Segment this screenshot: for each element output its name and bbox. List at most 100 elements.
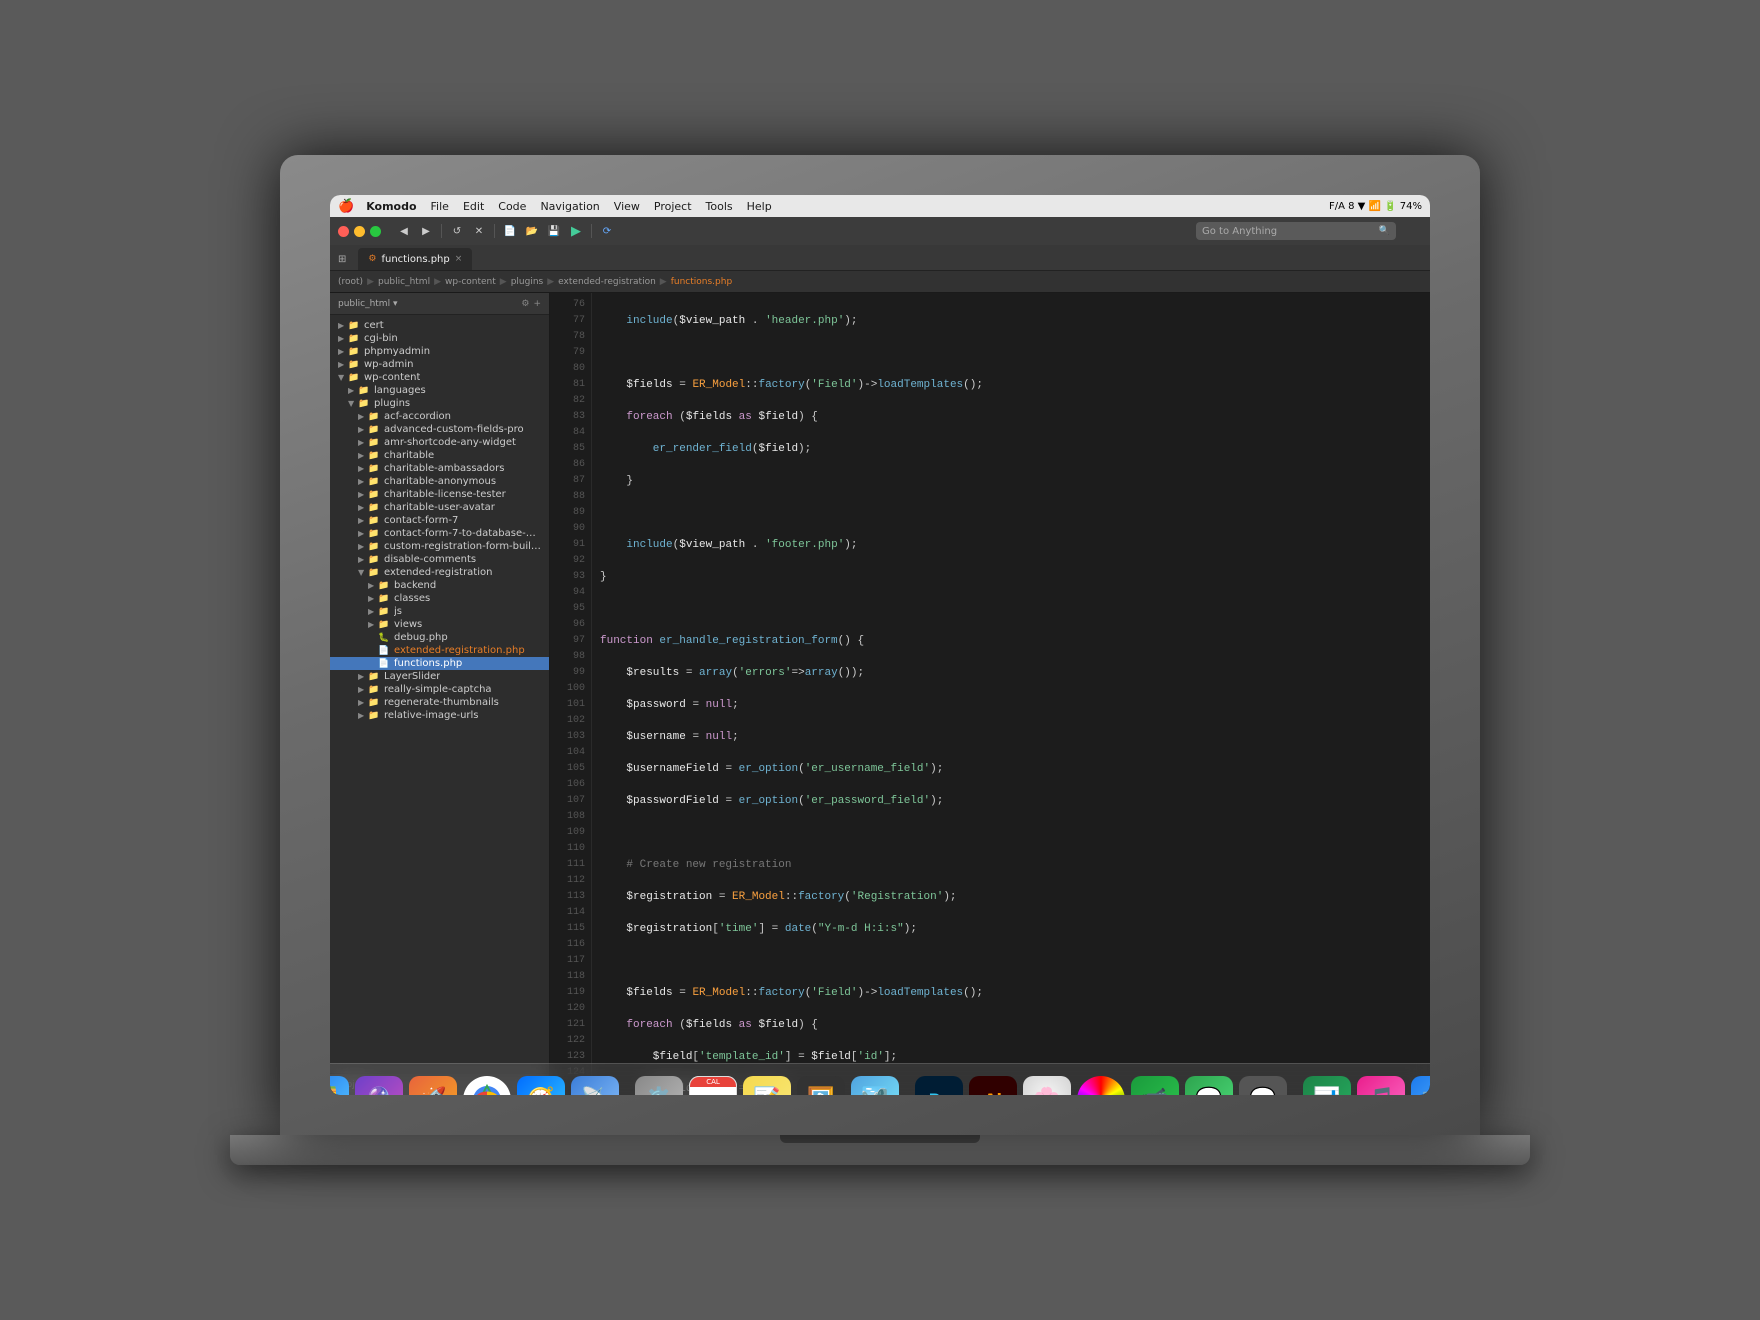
breadcrumb-public-html[interactable]: public_html — [378, 277, 430, 287]
toolbar-sep-2 — [494, 224, 495, 238]
tree-item-wp-admin[interactable]: ▶📁wp-admin — [330, 358, 549, 371]
tab-close-button[interactable]: × — [455, 254, 463, 264]
dock-calendar[interactable]: CAL 14 — [689, 1076, 737, 1096]
breadcrumb-plugins[interactable]: plugins — [511, 277, 544, 287]
dock-chrome[interactable] — [463, 1076, 511, 1096]
dock-siri[interactable]: 🔮 — [355, 1076, 403, 1096]
dock-chats[interactable]: 🗨️ — [1239, 1076, 1287, 1096]
save-button[interactable]: 💾 — [545, 222, 563, 240]
tree-item-custom-reg[interactable]: ▶📁custom-registration-form-builder-with-… — [330, 540, 549, 553]
tree-item-cf7[interactable]: ▶📁contact-form-7 — [330, 514, 549, 527]
dock-color-picker[interactable] — [1077, 1076, 1125, 1096]
menu-project[interactable]: Project — [654, 200, 692, 213]
tree-item-cf7-db[interactable]: ▶📁contact-form-7-to-database-extension — [330, 527, 549, 540]
tab-icon-php: ⚙ — [368, 254, 376, 264]
tree-item-extended-registration-php[interactable]: ▶📄extended-registration.php — [330, 644, 549, 657]
menu-tools[interactable]: Tools — [706, 200, 733, 213]
menu-edit[interactable]: Edit — [463, 200, 484, 213]
tree-item-backend[interactable]: ▶📁backend — [330, 579, 549, 592]
tree-item-js[interactable]: ▶📁js — [330, 605, 549, 618]
line-numbers: 7677787980 8182838485 8687888990 9192939… — [550, 293, 592, 1095]
tree-item-phpmyadmin[interactable]: ▶📁phpmyadmin — [330, 345, 549, 358]
run-button[interactable]: ▶ — [567, 222, 585, 240]
dock-messages[interactable]: 💬 — [1185, 1076, 1233, 1096]
tree-item-extended-registration[interactable]: ▼📁extended-registration — [330, 566, 549, 579]
dock-appstore[interactable]: 🛒 — [1411, 1076, 1430, 1096]
sidebar-settings-icon[interactable]: ⚙ — [521, 299, 529, 309]
breadcrumb-extended-registration[interactable]: extended-registration — [558, 277, 656, 287]
dock-system-prefs[interactable]: ⚙️ — [635, 1076, 683, 1096]
laptop-base — [230, 1135, 1530, 1165]
sidebar-header[interactable]: public_html ▾ ⚙ + — [330, 293, 549, 315]
ide-main: public_html ▾ ⚙ + ▶📁cert — [330, 293, 1430, 1095]
tree-item-simple-captcha[interactable]: ▶📁really-simple-captcha — [330, 683, 549, 696]
menu-help[interactable]: Help — [747, 200, 772, 213]
breadcrumb-functions-php[interactable]: functions.php — [671, 277, 732, 287]
code-text[interactable]: include($view_path . 'header.php'); $fie… — [592, 293, 1430, 1095]
dock-numbers[interactable]: 📊 — [1303, 1076, 1351, 1096]
tree-item-cgi-bin[interactable]: ▶📁cgi-bin — [330, 332, 549, 345]
file-tree[interactable]: ▶📁cert ▶📁cgi-bin ▶📁phpmyadmin ▶📁wp-admin — [330, 315, 549, 1073]
dock-notes[interactable]: 📝 — [743, 1076, 791, 1096]
breadcrumb-root[interactable]: (root) — [338, 277, 363, 287]
sidebar-header-label: public_html ▾ — [338, 299, 397, 309]
dock-photos2[interactable]: 🏞️ — [851, 1076, 899, 1096]
tree-item-charitable-ambassadors[interactable]: ▶📁charitable-ambassadors — [330, 462, 549, 475]
menu-file[interactable]: File — [431, 200, 449, 213]
dock-photoshop[interactable]: Ps — [915, 1076, 963, 1096]
dock-photos-app[interactable]: 🖼️ — [797, 1076, 845, 1096]
open-button[interactable]: 📂 — [523, 222, 541, 240]
goto-anything[interactable]: Go to Anything 🔍 — [1196, 222, 1396, 240]
tree-item-charitable[interactable]: ▶📁charitable — [330, 449, 549, 462]
menu-view[interactable]: View — [614, 200, 640, 213]
dock-facetime[interactable]: 📹 — [1131, 1076, 1179, 1096]
dock-safari[interactable]: 🧭 — [517, 1076, 565, 1096]
tree-item-charitable-anonymous[interactable]: ▶📁charitable-anonymous — [330, 475, 549, 488]
sidebar-toggle[interactable]: ⊞ — [334, 248, 350, 270]
tree-item-debug-php[interactable]: ▶🐛debug.php — [330, 631, 549, 644]
tree-item-acf-accordion[interactable]: ▶📁acf-accordion — [330, 410, 549, 423]
tree-item-relative-image-urls[interactable]: ▶📁relative-image-urls — [330, 709, 549, 722]
tree-item-cert[interactable]: ▶📁cert — [330, 319, 549, 332]
tree-item-layerslider[interactable]: ▶📁LayerSlider — [330, 670, 549, 683]
tree-item-wp-content[interactable]: ▼📁wp-content — [330, 371, 549, 384]
laptop-screen: 🍎 Komodo File Edit Code Navigation View … — [280, 155, 1480, 1135]
dock-satellite[interactable]: 📡 — [571, 1076, 619, 1096]
maximize-button[interactable] — [370, 226, 381, 237]
breadcrumb: (root) ▶ public_html ▶ wp-content ▶ plug… — [330, 271, 1430, 293]
menu-komodo[interactable]: Komodo — [366, 200, 416, 213]
dock-unknown-app[interactable]: 🌸 — [1023, 1076, 1071, 1096]
stop-button[interactable]: ✕ — [470, 222, 488, 240]
tree-item-acf-pro[interactable]: ▶📁advanced-custom-fields-pro — [330, 423, 549, 436]
tree-item-functions-php[interactable]: ▶📄functions.php — [330, 657, 549, 670]
dock-finder[interactable]: 🗂️ — [330, 1076, 349, 1096]
tree-item-classes[interactable]: ▶📁classes — [330, 592, 549, 605]
tree-item-plugins[interactable]: ▼📁plugins — [330, 397, 549, 410]
tab-functions-php[interactable]: ⚙ functions.php × — [358, 248, 472, 270]
dock-itunes[interactable]: 🎵 — [1357, 1076, 1405, 1096]
tree-item-disable-comments[interactable]: ▶📁disable-comments — [330, 553, 549, 566]
new-file-button[interactable]: 📄 — [501, 222, 519, 240]
forward-button[interactable]: ▶ — [417, 222, 435, 240]
menu-code[interactable]: Code — [498, 200, 526, 213]
search-placeholder: Go to Anything — [1202, 226, 1379, 237]
refresh-button[interactable]: ↺ — [448, 222, 466, 240]
dock-illustrator[interactable]: Ai — [969, 1076, 1017, 1096]
tree-item-regenerate-thumbnails[interactable]: ▶📁regenerate-thumbnails — [330, 696, 549, 709]
close-button[interactable] — [338, 226, 349, 237]
tree-item-views[interactable]: ▶📁views — [330, 618, 549, 631]
menu-status: F/A 8 ▼ 📶 🔋 74% — [1329, 201, 1422, 212]
tree-item-languages[interactable]: ▶📁languages — [330, 384, 549, 397]
back-button[interactable]: ◀ — [395, 222, 413, 240]
minimize-button[interactable] — [354, 226, 365, 237]
sidebar-plus-icon[interactable]: + — [533, 299, 541, 309]
menu-navigation[interactable]: Navigation — [540, 200, 599, 213]
sync-button[interactable]: ⟳ — [598, 222, 616, 240]
tree-item-amr[interactable]: ▶📁amr-shortcode-any-widget — [330, 436, 549, 449]
breadcrumb-wp-content[interactable]: wp-content — [445, 277, 496, 287]
file-tree-sidebar: public_html ▾ ⚙ + ▶📁cert — [330, 293, 550, 1095]
dock-launchpad[interactable]: 🚀 — [409, 1076, 457, 1096]
tree-item-charitable-license[interactable]: ▶📁charitable-license-tester — [330, 488, 549, 501]
tree-item-charitable-user-avatar[interactable]: ▶📁charitable-user-avatar — [330, 501, 549, 514]
apple-menu[interactable]: 🍎 — [338, 199, 354, 214]
